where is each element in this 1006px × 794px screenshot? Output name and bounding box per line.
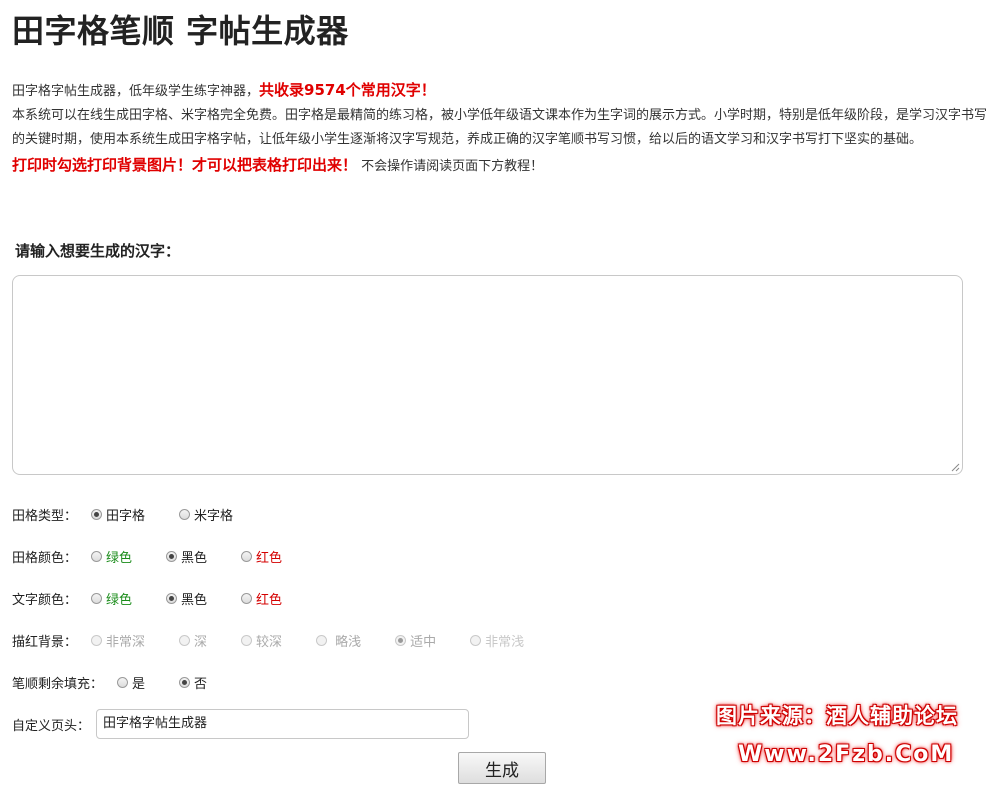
stroke-fill-option-yes[interactable]: 是 [117,673,145,692]
radio-icon[interactable] [241,592,253,604]
custom-header-label: 自定义页头： [12,718,91,734]
text-color-row: 文字颜色： 绿色 黑色 红色 [12,588,282,608]
custom-header-input[interactable]: 田字格字帖生成器 [96,709,469,739]
trace-bg-option-lighter: 略浅 [316,631,361,650]
characters-textarea[interactable] [12,275,963,475]
radio-icon[interactable] [179,676,191,688]
radio-icon [470,634,482,646]
trace-bg-option-medium: 适中 [395,631,436,650]
text-color-label: 文字颜色： [12,592,78,608]
grid-color-label: 田格颜色： [12,550,78,566]
text-color-option-red[interactable]: 红色 [241,589,282,608]
grid-color-option-green[interactable]: 绿色 [91,547,132,566]
page-title: 田字格笔顺 字帖生成器 [12,12,349,50]
generate-button[interactable]: 生成 [458,752,546,784]
radio-icon[interactable] [179,508,191,520]
intro-section: 田字格字帖生成器，低年级学生练字神器，共收录9574个常用汉字！ 本系统可以在线… [12,78,994,179]
intro-line1: 田字格字帖生成器，低年级学生练字神器，共收录9574个常用汉字！ [12,78,994,104]
trace-bg-row: 描红背景： 非常深 深 较深 略浅 适中 非常浅 [12,630,524,650]
stroke-fill-row: 笔顺剩余填充： 是 否 [12,672,207,692]
radio-icon[interactable] [91,508,103,520]
intro-paragraph: 本系统可以在线生成田字格、米字格完全免费。田字格是最精简的练习格，被小学低年级语… [12,108,988,147]
trace-bg-label: 描红背景： [12,634,78,650]
text-color-option-black[interactable]: 黑色 [166,589,207,608]
watermark-source: 图片来源：酒人辅助论坛 [716,704,958,728]
grid-type-label: 田格类型： [12,508,78,524]
trace-bg-option-dark: 深 [179,631,207,650]
custom-header-row: 自定义页头： [12,714,90,734]
trace-bg-option-very-light: 非常浅 [470,631,524,650]
radio-icon [395,634,407,646]
grid-type-option-mizige[interactable]: 米字格 [179,505,233,524]
radio-icon [316,634,328,646]
radio-icon[interactable] [166,550,178,562]
radio-icon [241,634,253,646]
intro-line1-text: 田字格字帖生成器，低年级学生练字神器， [12,84,260,99]
radio-icon[interactable] [91,550,103,562]
text-color-option-green[interactable]: 绿色 [91,589,132,608]
print-note: 打印时勾选打印背景图片！才可以把表格打印出来！ 不会操作请阅读页面下方教程！ [12,153,994,179]
grid-color-option-red[interactable]: 红色 [241,547,282,566]
radio-icon[interactable] [117,676,129,688]
resize-grip-icon[interactable] [950,462,960,472]
grid-color-option-black[interactable]: 黑色 [166,547,207,566]
watermark-url: Www.2Fzb.CoM [738,742,955,767]
trace-bg-option-very-dark: 非常深 [91,631,145,650]
radio-icon [91,634,103,646]
radio-icon[interactable] [91,592,103,604]
intro-highlight: 共收录9574个常用汉字！ [259,81,436,99]
grid-type-option-tianzige[interactable]: 田字格 [91,505,145,524]
trace-bg-option-darker: 较深 [241,631,282,650]
radio-icon[interactable] [166,592,178,604]
radio-icon [179,634,191,646]
print-warning: 打印时勾选打印背景图片！才可以把表格打印出来！ [12,156,358,174]
stroke-fill-option-no[interactable]: 否 [179,673,207,692]
print-hint: 不会操作请阅读页面下方教程！ [361,159,544,174]
stroke-fill-label: 笔顺剩余填充： [12,676,104,692]
grid-color-row: 田格颜色： 绿色 黑色 红色 [12,546,282,566]
grid-type-row: 田格类型： 田字格 米字格 [12,504,233,524]
input-prompt: 请输入想要生成的汉字： [15,242,181,260]
radio-icon[interactable] [241,550,253,562]
